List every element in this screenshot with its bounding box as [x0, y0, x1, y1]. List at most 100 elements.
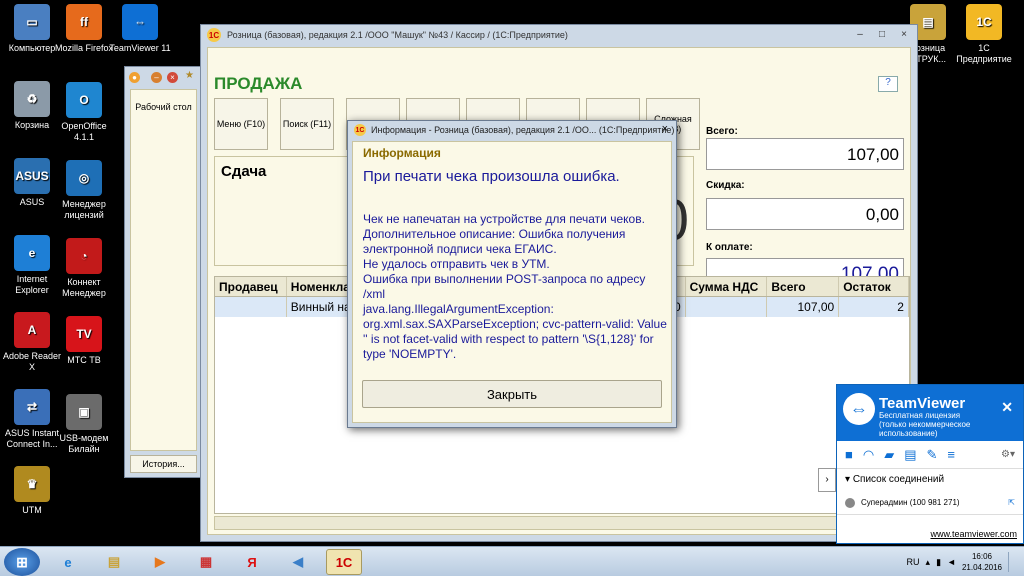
show-desktop-button[interactable] [1008, 552, 1018, 572]
column-header[interactable]: Остаток [839, 277, 909, 296]
headset-icon[interactable]: ◠ [863, 447, 874, 463]
desktop-icon[interactable]: TV МТС ТВ [52, 316, 116, 366]
desktop-icon-label: OpenOffice 4.1.1 [61, 121, 107, 142]
dialog-header: Информация [363, 146, 441, 160]
close-button[interactable]: Закрыть [362, 380, 662, 408]
discount-value: 0,00 [706, 198, 904, 230]
desktop-icon[interactable]: ff Mozilla Firefox [52, 4, 116, 54]
pay-label: К оплате: [706, 242, 753, 253]
function-button[interactable]: Меню (F10) [214, 98, 268, 150]
detail-line: /xml [363, 287, 385, 301]
detail-line: Дополнительное описание: Ошибка получени… [363, 227, 626, 241]
dialog-close-icon[interactable]: × [662, 123, 668, 135]
dialog-titlebar[interactable]: 1С Информация - Розница (базовая), редак… [348, 121, 676, 139]
taskbar: ⊞ e ▤ ▶ ▦ Я ◀ 1С RU ▴ ▮ ◄ 16:06 21.04.20… [0, 546, 1024, 576]
detail-line: электронной подписи чека ЕГАИС. [363, 242, 557, 256]
clock[interactable]: 16:06 21.04.2016 [962, 551, 1002, 573]
system-tray: RU ▴ ▮ ◄ 16:06 21.04.2016 [907, 551, 1018, 573]
desktop-icon-image: ▣ [66, 394, 102, 430]
discount-label: Скидка: [706, 180, 745, 191]
table-cell: 2 [839, 297, 909, 317]
taskbar-app-icon[interactable]: ▦ [188, 549, 224, 575]
desktop-icon-image: e [14, 235, 50, 271]
taskbar-speaker-app-icon[interactable]: ◀ [280, 549, 316, 575]
video-icon[interactable]: ■ [845, 447, 853, 462]
desktop-icon-image: ♻ [14, 81, 50, 117]
connections-list-header[interactable]: ▾ Список соединений [837, 469, 1023, 491]
total-value: 107,00 [706, 138, 904, 170]
main-window-title: Розница (базовая), редакция 2.1 /ООО "Ма… [227, 30, 568, 40]
taskbar-1c-icon[interactable]: 1С [326, 549, 362, 575]
settings-gear-icon[interactable]: ⚙▾ [1001, 449, 1015, 460]
start-button[interactable]: ⊞ [4, 548, 40, 576]
connections-list-title: Список соединений [852, 474, 945, 485]
table-cell: 107,00 [767, 297, 840, 317]
taskbar-yandex-icon[interactable]: Я [234, 549, 270, 575]
close-button[interactable]: × [893, 26, 915, 42]
desktop-icon[interactable]: ♛ UTM [0, 466, 64, 516]
desktop-icon-label: UTM [22, 505, 42, 515]
help-icon[interactable]: ? [878, 76, 898, 92]
contact-name: Суперадмин (100 981 271) [861, 498, 960, 507]
license-line: Бесплатная лицензия [879, 411, 961, 420]
taskbar-explorer-icon[interactable]: ▤ [96, 549, 132, 575]
detail-line: Ошибка при выполнении POST-запроса по ад… [363, 272, 646, 286]
desktop-icon-image: TV [66, 316, 102, 352]
close-icon[interactable]: × [167, 72, 178, 83]
tray-expand-icon[interactable]: ▴ [926, 557, 931, 568]
desktop-icon[interactable]: O OpenOffice 4.1.1 [52, 82, 116, 143]
chat-icon[interactable]: ▰ [884, 447, 894, 463]
network-icon[interactable]: ▮ [936, 557, 941, 568]
desktop-icon[interactable]: ◎ Менеджер лицензий [52, 160, 116, 221]
list-item[interactable]: Суперадмин (100 981 271) ⇱ [837, 491, 1023, 515]
desktop-icon[interactable]: ▣ USB-модем Билайн [52, 394, 116, 455]
error-dialog: 1С Информация - Розница (базовая), редак… [347, 120, 677, 428]
desktop-link[interactable]: Рабочий стол [130, 89, 197, 451]
column-header[interactable]: Продавец [215, 277, 287, 296]
license-line: использование) [879, 429, 938, 438]
desktop-icon-label: МТС ТВ [67, 355, 101, 365]
detail-line: '' is not facet-valid with respect to pa… [363, 332, 654, 346]
1c-logo-icon: 1С [354, 124, 366, 136]
connect-arrow-icon[interactable]: ⇱ [1008, 498, 1015, 507]
desktop-icon[interactable]: ⇔ TeamViewer 11 [108, 4, 172, 54]
detail-line: Не удалось отправить чек в УТМ. [363, 257, 550, 271]
side-window-logo-icon: ● [129, 72, 140, 83]
dialog-detail: Чек не напечатан на устройстве для печат… [363, 212, 667, 362]
volume-icon[interactable]: ◄ [947, 557, 956, 567]
language-indicator[interactable]: RU [907, 557, 920, 567]
desktop-icon-image: ⇔ [122, 4, 158, 40]
teamviewer-close-icon[interactable]: ✕ [1001, 399, 1013, 416]
favorite-star-icon[interactable]: ★ [185, 70, 194, 81]
desktop-icon[interactable]: 1С 1С Предприятие [952, 4, 1016, 65]
side-window: ● – × ★ Рабочий стол История... [124, 66, 202, 478]
teamviewer-logo-icon: ⇔ [843, 393, 875, 425]
desktop-icon-image: O [66, 82, 102, 118]
taskbar-ie-icon[interactable]: e [50, 549, 86, 575]
teamviewer-expand-icon[interactable]: › [818, 468, 836, 492]
tools-icon[interactable]: ✎ [927, 447, 938, 463]
change-label: Сдача [221, 163, 267, 180]
column-header[interactable]: Всего [767, 277, 840, 296]
desktop-icon-image: ⇄ [14, 389, 50, 425]
column-header[interactable]: Сумма НДС [686, 277, 768, 296]
teamviewer-link[interactable]: www.teamviewer.com [930, 529, 1017, 539]
function-button[interactable]: Поиск (F11) [280, 98, 334, 150]
minimize-icon[interactable]: – [151, 72, 162, 83]
minimize-button[interactable]: – [849, 26, 871, 42]
files-icon[interactable]: ▤ [904, 447, 916, 463]
desktop-icon-label: Коннект Менеджер [62, 277, 106, 298]
teamviewer-panel: ⇔ TeamViewer Бесплатная лицензия (только… [836, 384, 1024, 544]
main-window-titlebar[interactable]: 1С Розница (базовая), редакция 2.1 /ООО … [201, 25, 917, 45]
table-cell [686, 297, 768, 317]
taskbar-media-icon[interactable]: ▶ [142, 549, 178, 575]
history-button[interactable]: История... [130, 455, 197, 473]
session-list-icon[interactable]: ≡ [947, 447, 955, 462]
maximize-button[interactable]: □ [871, 26, 893, 42]
desktop-icon[interactable]: ◔ Коннект Менеджер [52, 238, 116, 299]
teamviewer-name: TeamViewer [879, 395, 966, 412]
desktop-icon-label: Mozilla Firefox [54, 43, 113, 53]
detail-line: type 'NOEMPTY'. [363, 347, 457, 361]
1c-logo-icon: 1С [207, 28, 221, 42]
detail-line: org.xml.sax.SAXParseException; cvc-patte… [363, 317, 667, 331]
